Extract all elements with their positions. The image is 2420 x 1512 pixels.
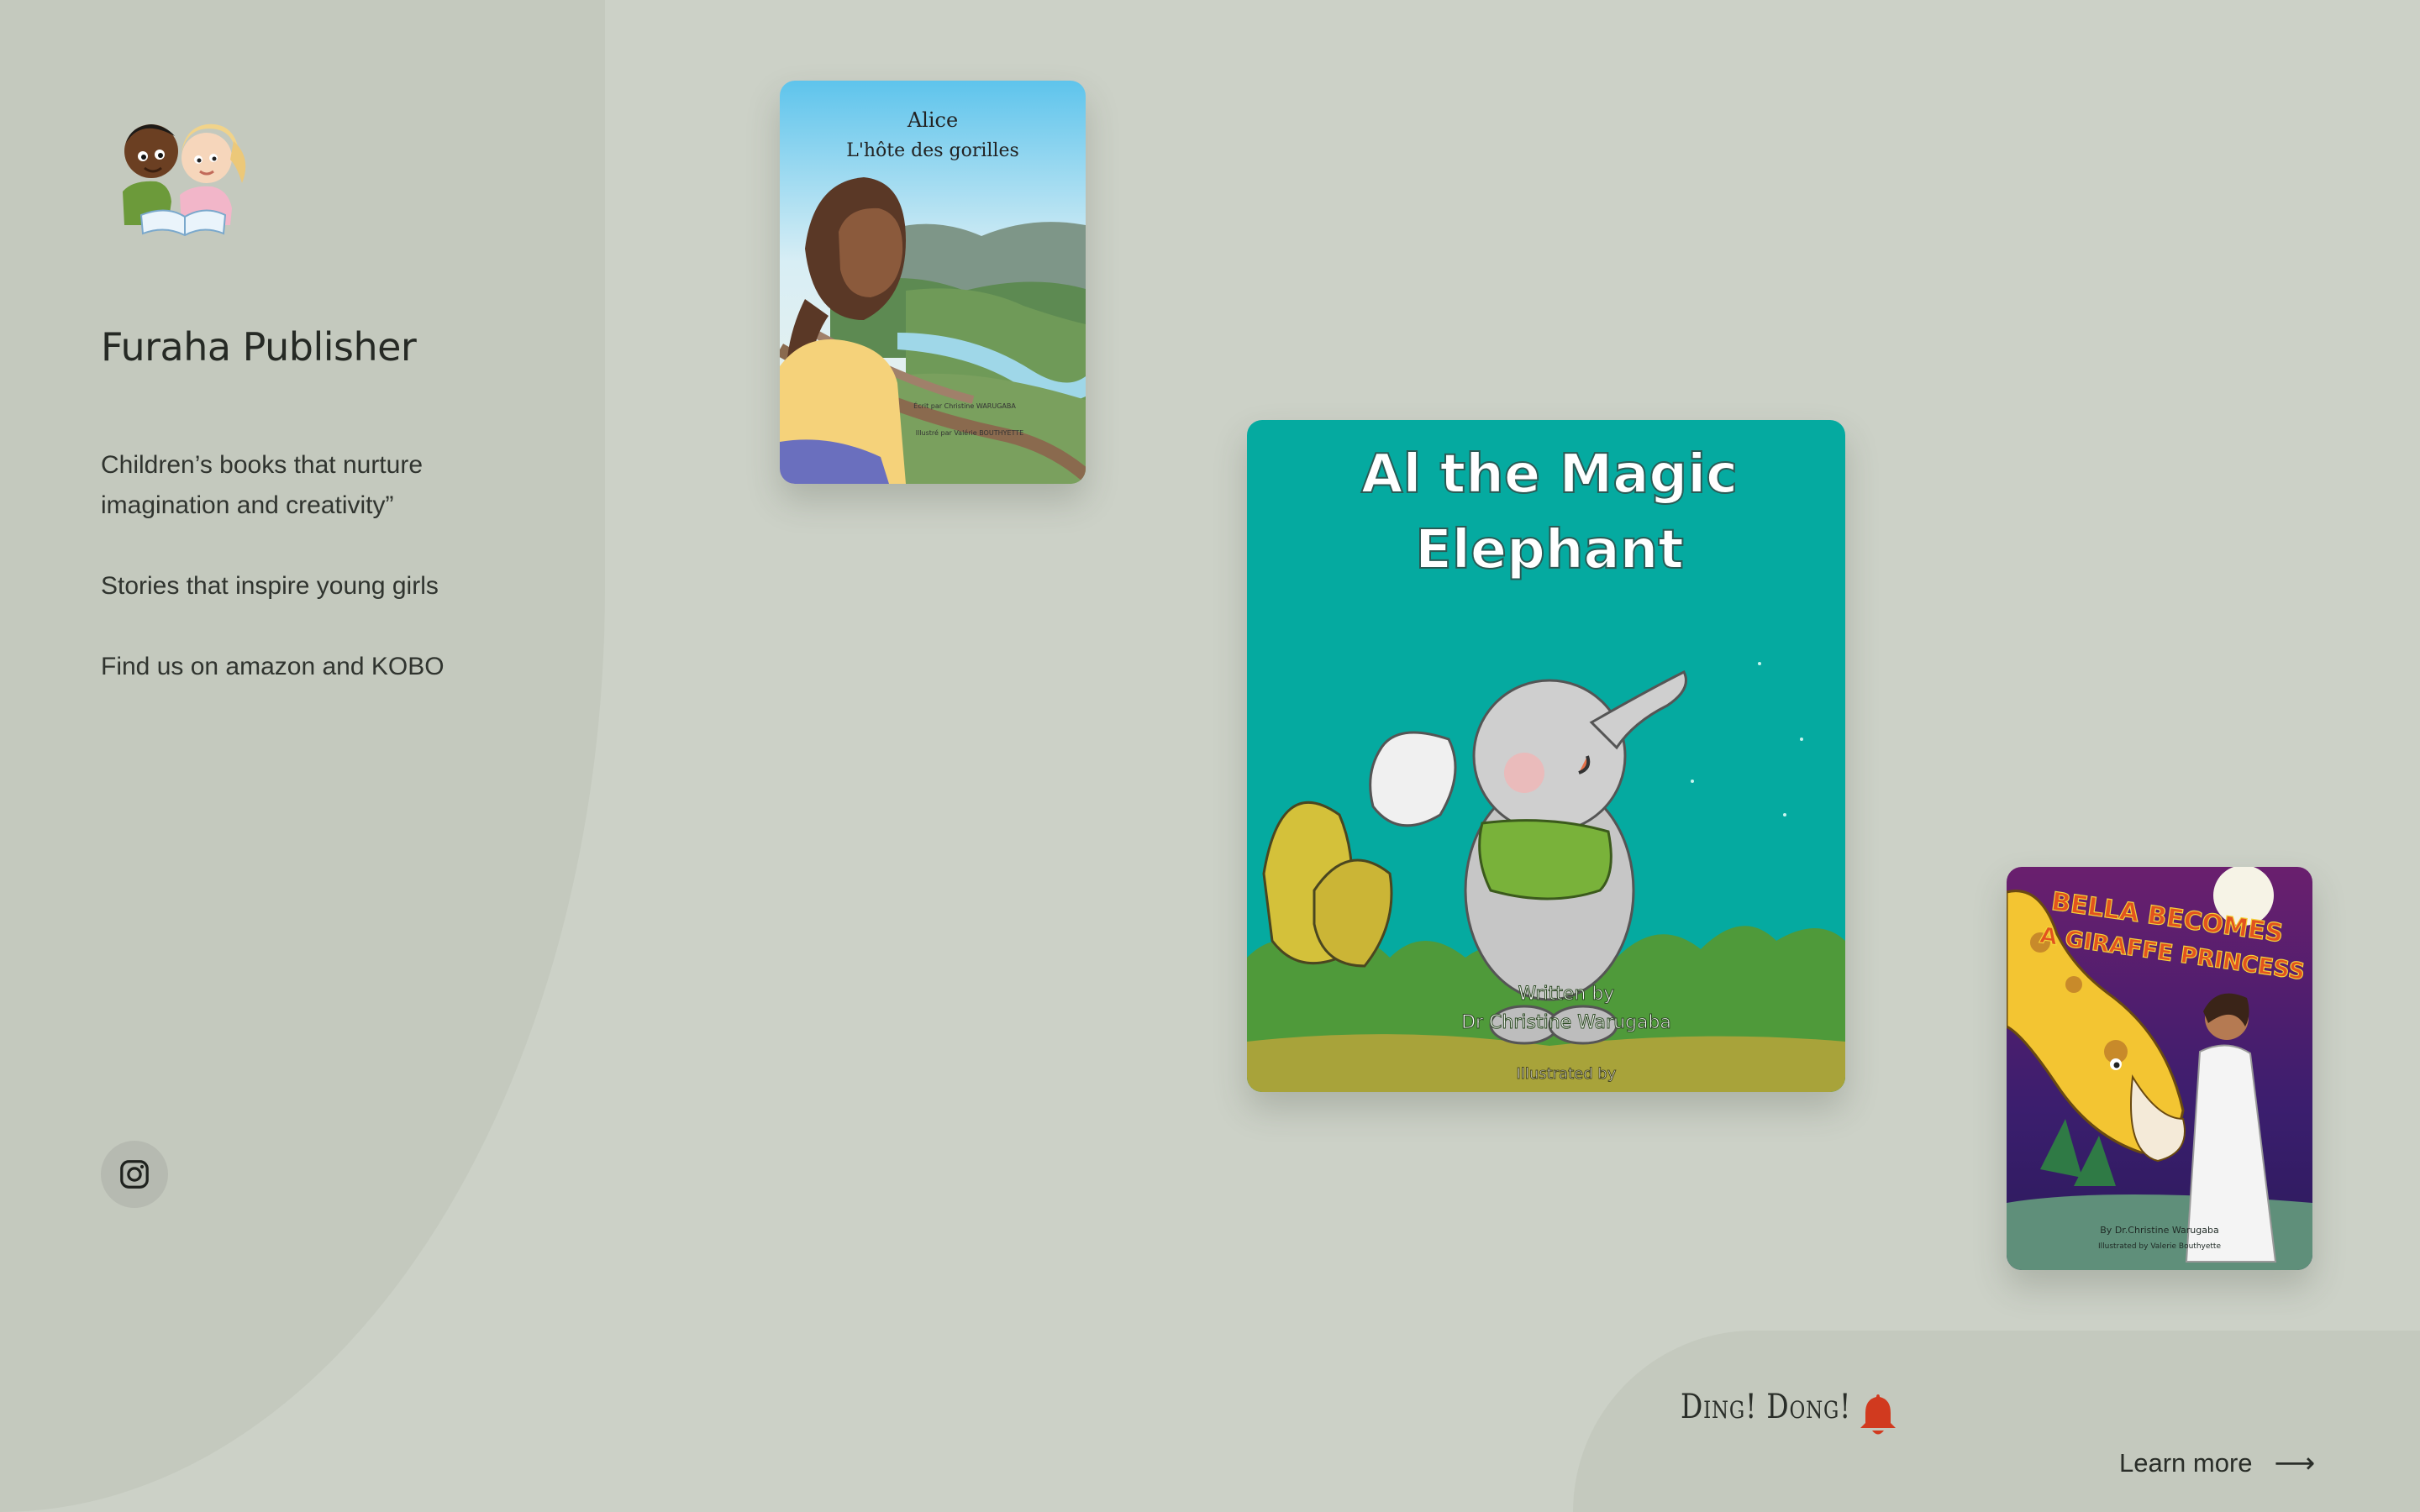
- bell-button[interactable]: [1857, 1391, 1899, 1438]
- book-card-alice[interactable]: Alice L'hôte des gorilles Écrit par Chri…: [780, 81, 1086, 484]
- al-credit-line3: Illustrated by: [1517, 1065, 1617, 1083]
- learn-more-link[interactable]: Learn more ⟶: [2119, 1446, 2315, 1480]
- tagline-stores: Find us on amazon and KOBO: [101, 653, 445, 680]
- bella-credit-line1: By Dr.Christine Warugaba: [2100, 1225, 2218, 1236]
- brand-name[interactable]: Furaha Publisher: [101, 324, 417, 370]
- children-reading-logo[interactable]: [108, 108, 250, 242]
- tagline-inspire: Stories that inspire young girls: [101, 572, 439, 600]
- instagram-button[interactable]: [101, 1141, 168, 1208]
- bella-credit-line2: Illustrated by Valerie Bouthyette: [2098, 1242, 2221, 1251]
- book-card-bella[interactable]: BELLA BECOMES A GIRAFFE PRINCESS By Dr.C…: [2007, 867, 2312, 1270]
- alice-credit-line2: Illustré par Valérie BOUTHYETTE: [916, 428, 1023, 437]
- al-credit-line1: Written by: [1518, 984, 1615, 1005]
- notice-text: Ding! Dong!: [1681, 1388, 1852, 1426]
- al-title-line1: Al the Magic: [1361, 444, 1738, 506]
- alice-credit-line1: Écrit par Christine WARUGABA: [913, 401, 1016, 410]
- alice-title-line1: Alice: [907, 108, 958, 132]
- al-title-line2: Elephant: [1415, 519, 1684, 581]
- arrow-right-icon: ⟶: [2274, 1447, 2316, 1479]
- sidebar: [0, 0, 605, 1512]
- bell-icon: [1860, 1394, 1896, 1435]
- book-card-al-the-magic-elephant[interactable]: Al the Magic Elephant Written by Dr Chri…: [1247, 420, 1845, 1092]
- tagline-nurture: Children’s books that nurture imaginatio…: [101, 451, 423, 519]
- instagram-icon: [120, 1160, 149, 1189]
- learn-more-label: Learn more: [2119, 1448, 2253, 1478]
- alice-title-line2: L'hôte des gorilles: [846, 140, 1019, 161]
- al-credit-line2: Dr Christine Warugaba: [1461, 1012, 1671, 1033]
